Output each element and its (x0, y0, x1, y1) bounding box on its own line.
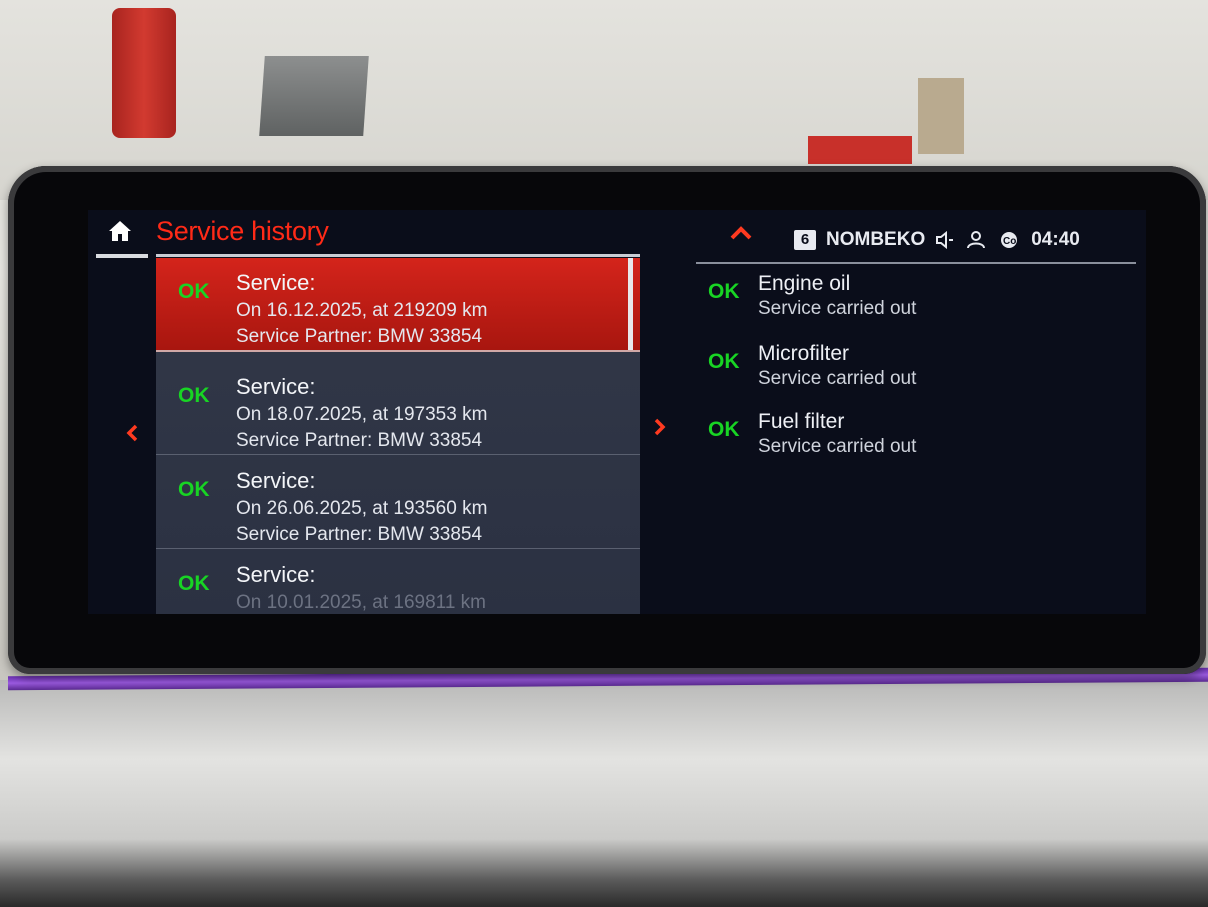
service-heading: Service: (236, 374, 316, 399)
clock: 04:40 (1031, 229, 1080, 250)
svg-text:Co: Co (1003, 236, 1016, 247)
service-entry[interactable]: OK Service: On 18.07.2025, at 197353 km … (156, 362, 640, 455)
service-heading: Service: (236, 270, 316, 295)
service-date-mileage: On 16.12.2025, at 219209 km (236, 300, 488, 321)
detail-name: Engine oil (758, 272, 851, 295)
radio-preset-badge: 6 (794, 230, 816, 250)
service-entry[interactable]: OK Service: On 16.12.2025, at 219209 km … (156, 258, 640, 352)
service-entry[interactable]: OK Service: On 26.06.2025, at 193560 km … (156, 456, 640, 549)
fire-extinguisher (112, 8, 176, 138)
list-scrollbar[interactable] (628, 258, 633, 350)
home-icon[interactable] (108, 220, 132, 242)
detail-status: Service carried out (758, 298, 917, 319)
title-divider (156, 254, 640, 257)
service-heading: Service: (236, 468, 316, 493)
ok-status-badge: OK (708, 418, 740, 441)
ok-status-badge: OK (708, 350, 740, 373)
user-icon (967, 231, 986, 249)
ok-status-badge: OK (178, 572, 210, 595)
service-date-mileage: On 10.01.2025, at 169811 km (236, 592, 486, 613)
service-partner: Service Partner: BMW 33854 (236, 430, 483, 451)
detail-name: Microfilter (758, 342, 850, 365)
service-entry[interactable]: OK Service: On 10.01.2025, at 169811 km (156, 550, 640, 614)
home-tab-indicator (96, 254, 148, 258)
wall-box (259, 56, 369, 136)
idrive-display: Service history 6 NOMBEKO Co 04:40 OK Se… (88, 210, 1146, 614)
chevron-right-icon[interactable] (654, 418, 666, 436)
details-divider (696, 262, 1136, 264)
page-title: Service history (156, 216, 329, 246)
service-partner: Service Partner: BMW 33854 (236, 524, 483, 545)
service-date-mileage: On 18.07.2025, at 197353 km (236, 404, 488, 425)
chevron-up-icon[interactable] (730, 226, 752, 240)
connected-drive-icon: Co (1001, 232, 1018, 248)
detail-name: Fuel filter (758, 410, 845, 433)
service-history-list[interactable]: OK Service: On 16.12.2025, at 219209 km … (156, 258, 640, 614)
service-heading: Service: (236, 562, 316, 587)
wall-panel (918, 78, 964, 154)
detail-status: Service carried out (758, 436, 917, 457)
detail-status: Service carried out (758, 368, 917, 389)
ok-status-badge: OK (178, 478, 210, 501)
ok-status-badge: OK (178, 384, 210, 407)
dashboard (0, 680, 1208, 907)
radio-station: NOMBEKO (826, 229, 926, 250)
ok-status-badge: OK (178, 280, 210, 303)
chevron-left-icon[interactable] (126, 424, 138, 442)
service-date-mileage: On 26.06.2025, at 193560 km (236, 498, 488, 519)
service-partner: Service Partner: BMW 33854 (236, 326, 483, 347)
status-bar: 6 NOMBEKO Co 04:40 (794, 226, 1080, 254)
ok-status-badge: OK (708, 280, 740, 303)
wall-sign (808, 136, 912, 164)
speaker-icon (936, 231, 954, 249)
